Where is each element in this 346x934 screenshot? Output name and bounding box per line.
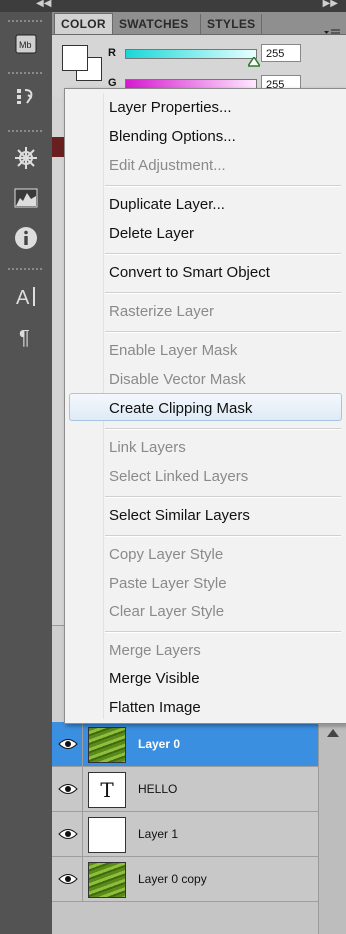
svg-text:Mb: Mb [19, 40, 32, 50]
text-layer-thumbnail: T [88, 772, 126, 808]
menu-item-clear-layer-style: Clear Layer Style [109, 603, 225, 620]
navigator-icon[interactable] [12, 144, 40, 172]
menu-item-convert-to-smart-object[interactable]: Convert to Smart Object [109, 264, 270, 282]
layer-context-menu: Layer Properties... Blending Options... … [64, 88, 346, 724]
layer-name[interactable]: Layer 1 [138, 812, 178, 856]
layer-row[interactable]: T HELLO [52, 767, 318, 812]
info-icon[interactable] [12, 224, 40, 252]
layer-name[interactable]: Layer 0 copy [138, 857, 207, 901]
menu-item-enable-layer-mask: Enable Layer Mask [109, 342, 238, 359]
collapse-chevron-icon[interactable]: ◀◀ [36, 0, 51, 9]
grip-handle[interactable] [8, 20, 44, 22]
tab-styles[interactable]: STYLES [200, 14, 263, 34]
visibility-eye-icon[interactable] [54, 812, 83, 856]
menu-item-rasterize-layer: Rasterize Layer [109, 303, 215, 320]
foreground-color-swatch[interactable] [62, 45, 88, 71]
r-channel-label: R [108, 47, 116, 59]
layer-row[interactable]: Layer 0 [52, 722, 318, 767]
menu-separator [105, 185, 341, 187]
paragraph-icon[interactable]: ¶ [12, 322, 40, 350]
menu-item-select-similar-layers[interactable]: Select Similar Layers [109, 507, 250, 525]
tab-color[interactable]: COLOR [54, 13, 113, 34]
menu-item-delete-layer[interactable]: Delete Layer [109, 225, 194, 243]
menu-separator [105, 535, 341, 537]
menu-separator [105, 631, 341, 633]
color-panel-tabs: COLOR SWATCHES STYLES [52, 12, 346, 40]
menu-item-edit-adjustment: Edit Adjustment... [109, 157, 226, 174]
layer-row[interactable]: Layer 0 copy [52, 857, 318, 902]
r-value-field[interactable]: 255 [261, 44, 301, 62]
expand-chevron-icon[interactable]: ▶▶ [323, 0, 338, 9]
strip-header: ◀◀ [0, 0, 52, 12]
r-channel-slider[interactable] [125, 49, 257, 59]
character-icon[interactable]: A [12, 282, 40, 310]
tool-strip: ◀◀ Mb A ¶ [0, 0, 53, 934]
svg-text:¶: ¶ [19, 327, 30, 348]
menu-item-layer-properties[interactable]: Layer Properties... [109, 99, 232, 117]
color-ramp-edge [52, 137, 64, 157]
menu-item-merge-visible[interactable]: Merge Visible [109, 670, 200, 688]
layer-thumbnail [88, 817, 126, 853]
menu-item-flatten-image[interactable]: Flatten Image [109, 699, 201, 717]
tab-swatches[interactable]: SWATCHES [112, 14, 195, 34]
menu-item-link-layers: Link Layers [109, 439, 186, 456]
menu-item-disable-vector-mask: Disable Vector Mask [109, 371, 246, 388]
scroll-up-arrow-icon[interactable] [327, 729, 339, 737]
menu-item-select-linked-layers: Select Linked Layers [109, 468, 249, 485]
menu-separator [105, 253, 341, 255]
menu-item-copy-layer-style: Copy Layer Style [109, 546, 224, 563]
layer-row[interactable]: Layer 1 [52, 812, 318, 857]
menu-item-blending-options[interactable]: Blending Options... [109, 128, 236, 146]
menu-item-create-clipping-mask[interactable]: Create Clipping Mask [109, 400, 252, 418]
layer-name[interactable]: Layer 0 [138, 722, 180, 766]
layer-thumbnail [88, 862, 126, 898]
menu-separator [105, 496, 341, 498]
menu-item-paste-layer-style: Paste Layer Style [109, 575, 227, 592]
visibility-eye-icon[interactable] [54, 722, 83, 766]
layers-scrollbar[interactable] [318, 725, 346, 934]
histogram-icon[interactable] [12, 184, 40, 212]
visibility-eye-icon[interactable] [54, 767, 83, 811]
menu-separator [105, 428, 341, 430]
layer-name[interactable]: HELLO [138, 767, 177, 811]
visibility-eye-icon[interactable] [54, 857, 83, 901]
menu-item-duplicate-layer[interactable]: Duplicate Layer... [109, 196, 225, 214]
menu-separator [105, 331, 341, 333]
layer-thumbnail [88, 727, 126, 763]
menu-item-merge-layers: Merge Layers [109, 642, 201, 659]
history-icon[interactable] [12, 82, 40, 110]
panel-header: ▶▶ [52, 0, 346, 12]
mini-bridge-icon[interactable]: Mb [12, 30, 40, 58]
menu-separator [105, 292, 341, 294]
grip-handle[interactable] [8, 268, 44, 270]
grip-handle[interactable] [8, 72, 44, 74]
grip-handle[interactable] [8, 130, 44, 132]
slider-handle-icon[interactable] [248, 57, 260, 67]
svg-text:A: A [16, 287, 30, 308]
